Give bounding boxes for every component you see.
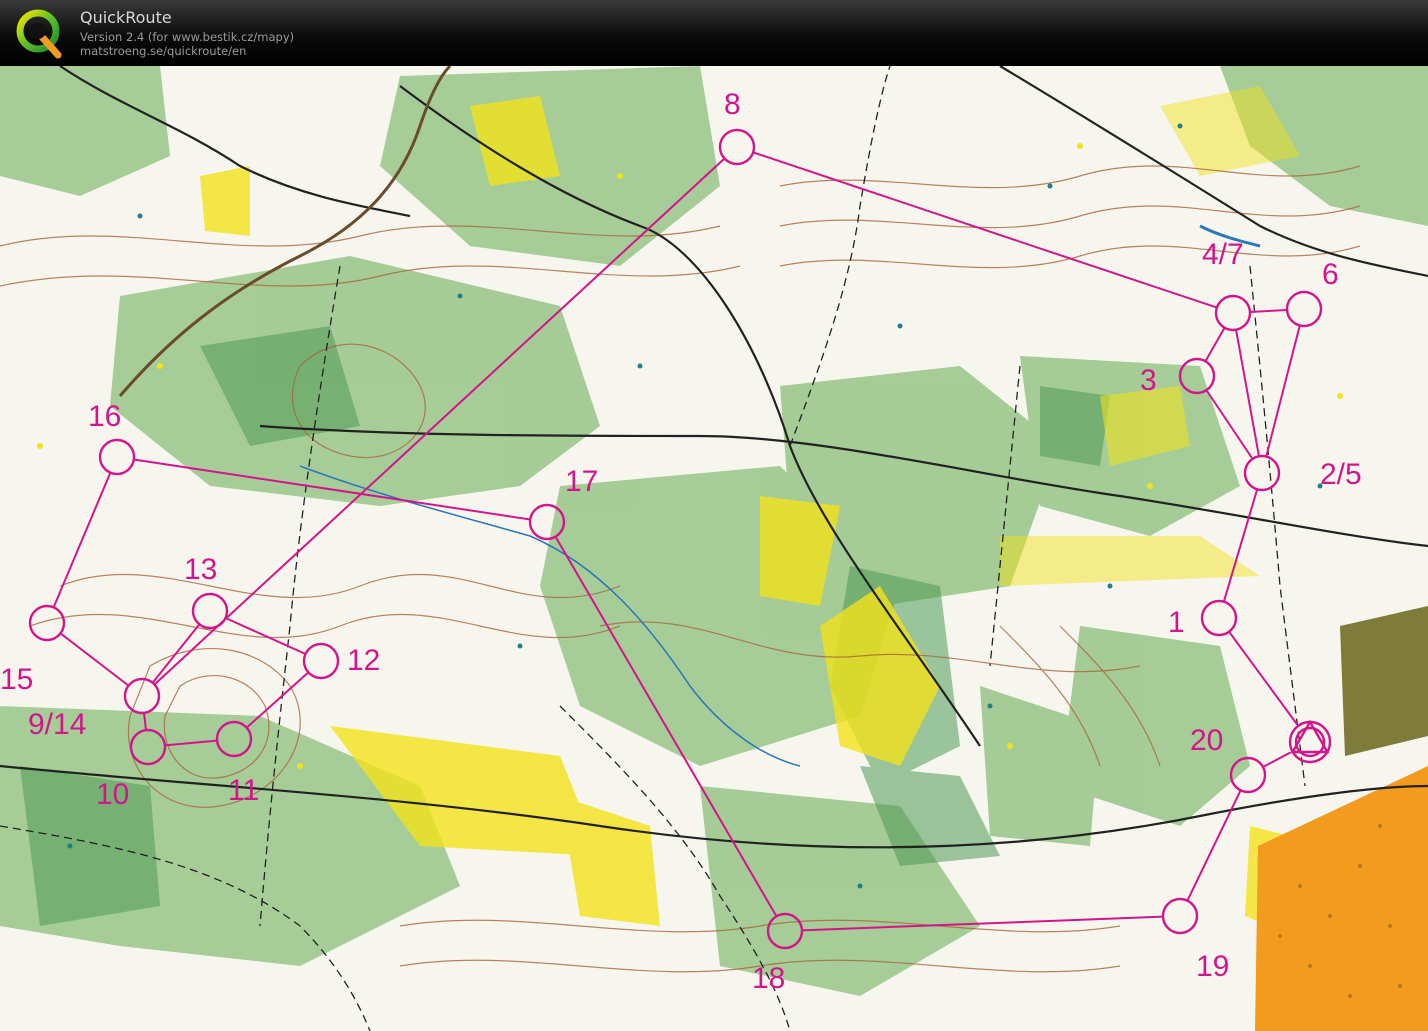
map-canvas[interactable]: 1 2/5 3 4/7 6 8 9/14 10 11 12 13 15 16 17 18 19 20 bbox=[0, 66, 1428, 1031]
control-label-c15: 15 bbox=[0, 663, 33, 696]
control-circle-c6[interactable] bbox=[1285, 290, 1323, 328]
control-label-c3: 3 bbox=[1140, 364, 1157, 397]
control-label-c6: 6 bbox=[1322, 258, 1339, 291]
control-circle-c1[interactable] bbox=[1200, 599, 1238, 637]
control-circle-c12[interactable] bbox=[302, 642, 340, 680]
version-text: Version 2.4 (for www.bestik.cz/mapy) bbox=[80, 30, 295, 44]
control-label-c4_7: 4/7 bbox=[1202, 238, 1244, 271]
course-leg-8 bbox=[752, 151, 1218, 309]
control-circle-c19[interactable] bbox=[1161, 897, 1199, 935]
control-label-c17: 17 bbox=[565, 465, 598, 498]
course-leg-16 bbox=[52, 472, 112, 608]
course-leg-6 bbox=[1265, 325, 1301, 457]
control-label-c9_14: 9/14 bbox=[28, 708, 86, 741]
map-terrain bbox=[0, 66, 1428, 1031]
control-label-c2_5: 2/5 bbox=[1320, 458, 1362, 491]
control-circle-c8[interactable] bbox=[718, 128, 756, 166]
course-leg-14 bbox=[151, 623, 201, 684]
control-label-c8: 8 bbox=[724, 88, 741, 121]
control-circle-c13[interactable] bbox=[191, 592, 229, 630]
app-header: QuickRoute Version 2.4 (for www.bestik.c… bbox=[0, 0, 1428, 66]
control-label-c20: 20 bbox=[1190, 724, 1223, 757]
course-leg-5 bbox=[1235, 329, 1260, 457]
quickroute-q-logo-icon bbox=[16, 9, 62, 59]
course-leg-13 bbox=[225, 617, 306, 655]
control-label-c13: 13 bbox=[184, 553, 217, 586]
control-circle-c15[interactable] bbox=[28, 604, 66, 642]
course-leg-2 bbox=[1222, 489, 1259, 602]
course-leg-21 bbox=[1262, 751, 1292, 768]
app-title: QuickRoute bbox=[80, 8, 172, 27]
control-label-c12: 12 bbox=[347, 644, 380, 677]
control-label-c1: 1 bbox=[1168, 606, 1185, 639]
course-leg-15 bbox=[59, 632, 130, 687]
control-circle-c9_14[interactable] bbox=[123, 677, 161, 715]
control-label-c10: 10 bbox=[96, 778, 129, 811]
control-circle-c2_5[interactable] bbox=[1243, 454, 1281, 492]
control-label-c19: 19 bbox=[1196, 950, 1229, 983]
control-circle-c4_7[interactable] bbox=[1214, 294, 1252, 332]
control-label-c16: 16 bbox=[88, 400, 121, 433]
site-url[interactable]: matstroeng.se/quickroute/en bbox=[80, 44, 246, 58]
control-label-c18: 18 bbox=[752, 962, 785, 995]
orienteering-map[interactable]: 1 2/5 3 4/7 6 8 9/14 10 11 12 13 15 16 17 18 19 20 bbox=[0, 66, 1428, 1031]
course-leg-7 bbox=[1249, 308, 1288, 314]
control-circle-c16[interactable] bbox=[98, 438, 136, 476]
course-leg-12 bbox=[245, 671, 310, 729]
control-label-c11: 11 bbox=[228, 774, 259, 807]
course-leg-4 bbox=[1204, 327, 1226, 362]
